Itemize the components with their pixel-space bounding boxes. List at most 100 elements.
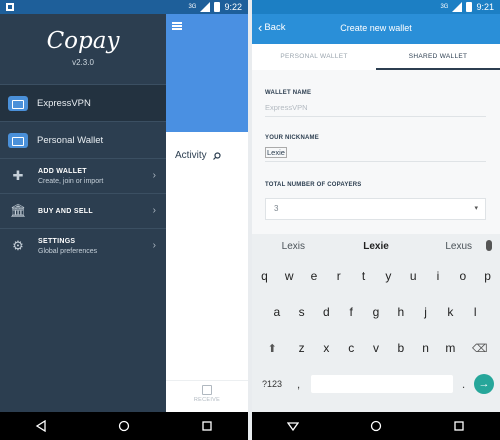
app-version: v2.3.0 xyxy=(72,58,94,67)
activity-section[interactable]: Activity xyxy=(175,150,221,161)
battery-icon xyxy=(214,2,221,12)
right-screen: 3G 9:21 ‹ Back Create new wallet PERSONA… xyxy=(252,0,500,440)
wallet-item-expressvpn[interactable]: ExpressVPN xyxy=(0,84,166,121)
status-bar: 3G 9:22 xyxy=(0,0,248,14)
hamburger-menu-icon[interactable] xyxy=(172,22,182,30)
key-b[interactable]: b xyxy=(388,341,413,355)
menu-title: ADD WALLET xyxy=(38,167,87,175)
wallet-type-tabs: PERSONAL WALLET SHARED WALLET xyxy=(252,44,500,70)
key-h[interactable]: h xyxy=(388,305,413,319)
backspace-icon[interactable]: ⌫ xyxy=(463,342,497,355)
caret-down-icon: ▾ xyxy=(474,205,478,212)
main-header xyxy=(166,14,248,132)
key-row-2: asdfghjkl xyxy=(252,294,500,330)
key-row-3: ⬆ zxcvbnm ⌫ xyxy=(252,330,500,366)
menu-item-settings[interactable]: ⚙ SETTINGS Global preferences › xyxy=(0,228,166,263)
wallet-icon xyxy=(8,95,28,111)
clock: 9:22 xyxy=(224,2,242,12)
menu-subtitle: Global preferences xyxy=(38,247,98,255)
comma-key[interactable]: , xyxy=(289,377,309,391)
chevron-right-icon: › xyxy=(152,240,156,251)
key-u[interactable]: u xyxy=(401,269,426,283)
key-e[interactable]: e xyxy=(302,269,327,283)
copayers-select[interactable]: 3 ▾ xyxy=(265,198,486,220)
receive-label: RECEIVE xyxy=(193,397,221,403)
nickname-input[interactable]: Lexie xyxy=(265,147,486,162)
key-d[interactable]: d xyxy=(314,305,339,319)
chevron-right-icon: › xyxy=(152,170,156,181)
chevron-right-icon: › xyxy=(152,205,156,216)
network-label: 3G xyxy=(440,4,449,10)
search-icon[interactable] xyxy=(212,151,221,160)
key-row-1: qwertyuiop xyxy=(252,258,500,294)
key-m[interactable]: m xyxy=(438,341,463,355)
key-r[interactable]: r xyxy=(326,269,351,283)
wallet-label: Personal Wallet xyxy=(37,134,104,146)
key-z[interactable]: z xyxy=(289,341,314,355)
key-i[interactable]: i xyxy=(426,269,451,283)
recents-nav-icon[interactable] xyxy=(453,420,465,432)
home-nav-icon[interactable] xyxy=(370,420,382,432)
back-nav-icon[interactable] xyxy=(35,420,47,432)
wallet-name-input[interactable]: ExpressVPN xyxy=(265,103,486,117)
nickname-value: Lexie xyxy=(265,147,287,158)
clock: 9:21 xyxy=(476,2,494,12)
app-logo: Copay xyxy=(46,28,120,54)
microphone-icon[interactable] xyxy=(486,240,492,251)
plus-icon: ✚ xyxy=(12,168,24,183)
key-t[interactable]: t xyxy=(351,269,376,283)
menu-item-buy-and-sell[interactable]: 🏛 BUY AND SELL › xyxy=(0,193,166,228)
copayers-value: 3 xyxy=(274,204,279,213)
key-y[interactable]: y xyxy=(376,269,401,283)
key-w[interactable]: w xyxy=(277,269,302,283)
key-j[interactable]: j xyxy=(413,305,438,319)
symbols-key[interactable]: ?123 xyxy=(258,379,286,389)
receive-tab[interactable]: RECEIVE xyxy=(166,380,248,412)
key-a[interactable]: a xyxy=(264,305,289,319)
suggestion-strip: Lexis Lexie Lexus xyxy=(252,234,500,258)
page-title: Create new wallet xyxy=(340,23,412,33)
suggestion-left[interactable]: Lexis xyxy=(252,241,335,252)
tab-shared-wallet[interactable]: SHARED WALLET xyxy=(376,44,500,70)
key-n[interactable]: n xyxy=(413,341,438,355)
battery-icon xyxy=(466,2,473,12)
side-drawer: Copay v2.3.0 ExpressVPN Personal Wallet … xyxy=(0,14,166,412)
create-wallet-form: WALLET NAME ExpressVPN YOUR NICKNAME Lex… xyxy=(252,70,500,234)
key-f[interactable]: f xyxy=(339,305,364,319)
enter-arrow-icon[interactable]: → xyxy=(474,374,494,394)
key-o[interactable]: o xyxy=(450,269,475,283)
menu-subtitle: Create, join or import xyxy=(38,177,104,185)
nickname-label: YOUR NICKNAME xyxy=(265,135,319,141)
activity-label: Activity xyxy=(175,150,207,161)
key-k[interactable]: k xyxy=(438,305,463,319)
network-label: 3G xyxy=(188,4,197,10)
suggestion-middle[interactable]: Lexie xyxy=(335,241,418,252)
key-s[interactable]: s xyxy=(289,305,314,319)
key-x[interactable]: x xyxy=(314,341,339,355)
soft-keyboard: Lexis Lexie Lexus qwertyuiop asdfghjkl ⬆… xyxy=(252,234,500,412)
key-q[interactable]: q xyxy=(252,269,277,283)
wallet-label: ExpressVPN xyxy=(37,97,91,109)
menu-title: BUY AND SELL xyxy=(38,207,93,215)
key-p[interactable]: p xyxy=(475,269,500,283)
brand-header: Copay v2.3.0 xyxy=(0,14,166,84)
back-nav-icon[interactable] xyxy=(287,420,300,432)
key-v[interactable]: v xyxy=(364,341,389,355)
menu-title: SETTINGS xyxy=(38,237,76,245)
wallet-name-label: WALLET NAME xyxy=(265,90,312,96)
bank-icon: 🏛 xyxy=(10,203,27,218)
space-key[interactable] xyxy=(311,375,453,393)
shift-icon[interactable]: ⬆ xyxy=(255,342,289,355)
gear-icon: ⚙ xyxy=(12,238,24,253)
wallet-item-personal[interactable]: Personal Wallet xyxy=(0,121,166,158)
tab-personal-wallet[interactable]: PERSONAL WALLET xyxy=(252,44,376,70)
app-header: ‹ Back Create new wallet xyxy=(252,14,500,44)
key-c[interactable]: c xyxy=(339,341,364,355)
period-key[interactable]: . xyxy=(456,377,472,391)
key-row-3-letters: zxcvbnm xyxy=(289,341,463,355)
home-nav-icon[interactable] xyxy=(118,420,130,432)
key-g[interactable]: g xyxy=(364,305,389,319)
menu-item-add-wallet[interactable]: ✚ ADD WALLET Create, join or import › xyxy=(0,158,166,193)
key-l[interactable]: l xyxy=(463,305,488,319)
recents-nav-icon[interactable] xyxy=(201,420,213,432)
